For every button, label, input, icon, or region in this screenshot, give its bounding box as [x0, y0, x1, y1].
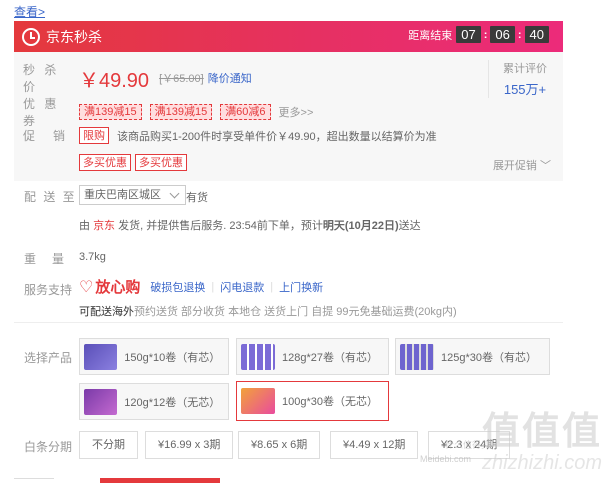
weight-label: 重 量: [24, 252, 67, 266]
expand-promo-link[interactable]: 展开促销 ﹀: [493, 157, 551, 173]
cumulative-reviews-count[interactable]: 155万+: [503, 79, 547, 98]
delivery-eta: 明天(10月22日): [322, 220, 399, 232]
fangxingou-brand: 放心购: [95, 279, 141, 296]
product-option-5-selected[interactable]: 100g*30卷（无芯）: [236, 381, 389, 421]
countdown: 距离结束 07 : 06 : 40: [408, 26, 549, 43]
coupon-1[interactable]: 满139减15: [79, 104, 142, 120]
flash-refund-link[interactable]: 闪电退款: [220, 279, 264, 295]
current-price: ￥49.90: [79, 69, 150, 92]
original-price: [￥65.00]: [159, 73, 204, 85]
installment-6[interactable]: ¥8.65 x 6期: [238, 431, 321, 459]
chevron-down-icon: ﹀: [540, 160, 551, 172]
multi-buy-tag-2: 多买优惠: [135, 154, 187, 171]
watermark-site: Meidebi.com: [420, 454, 472, 464]
multi-buy-tag-1: 多买优惠: [79, 154, 131, 171]
price-row: 秒 杀 价 ￥49.90 [￥65.00] 降价通知: [23, 61, 252, 95]
delivery-info: 由 京东 发货, 并提供售后服务. 23:54前下单，预计明天(10月22日)送…: [79, 220, 421, 232]
watermark-url: zhizhizhi.com: [481, 452, 602, 474]
product-option-4[interactable]: 120g*12卷（无芯）: [79, 383, 229, 420]
installment-none[interactable]: 不分期: [79, 431, 138, 459]
price-drop-notice-link[interactable]: 降价通知: [208, 70, 252, 86]
flash-sale-title: 京东秒杀: [46, 28, 102, 45]
buy-button-edge[interactable]: [100, 478, 220, 483]
more-coupons-link[interactable]: 更多>>: [279, 104, 314, 120]
countdown-seconds: 40: [524, 26, 549, 43]
stock-status: 有货: [186, 192, 208, 204]
home-exchange-link[interactable]: 上门换新: [279, 279, 323, 295]
coupon-3[interactable]: 满60减6: [220, 104, 271, 120]
limit-tag: 限购: [79, 127, 109, 144]
cumulative-reviews-label: 累计评价: [503, 63, 547, 75]
countdown-minutes: 06: [490, 26, 515, 43]
product-thumb: [84, 388, 118, 415]
flash-sale-bar: 京东秒杀 距离结束 07 : 06 : 40: [14, 21, 563, 52]
product-thumb: [241, 343, 275, 370]
countdown-hours: 07: [456, 26, 481, 43]
product-label: 选择产品: [24, 351, 73, 365]
installment-label: 白条分期: [24, 440, 73, 454]
view-link[interactable]: 查看>: [14, 3, 45, 20]
price-label: 秒 杀 价: [23, 63, 60, 94]
coupon-2[interactable]: 满139减15: [149, 104, 213, 120]
coupon-label: 优 惠 券: [23, 97, 60, 128]
promo-text: 该商品购买1-200件时享受单件价￥49.90，超出数量以结算价为准: [117, 130, 437, 143]
promo-label: 促 销: [23, 129, 69, 143]
promo-row: 促 销 限购 该商品购买1-200件时享受单件价￥49.90，超出数量以结算价为…: [23, 127, 437, 144]
service-sub: 可配送海外预约送货 部分收货 本地仓 送货上门 自提 99元免基础运费(20kg…: [79, 306, 457, 318]
product-option-2[interactable]: 128g*27卷（有芯）: [236, 338, 389, 375]
product-thumb: [241, 388, 275, 414]
cumulative-reviews[interactable]: 累计评价 155万+: [488, 60, 547, 98]
delivery-label: 配 送 至: [24, 190, 77, 204]
clock-icon: [22, 27, 40, 46]
watermark: 值值值: [481, 411, 602, 453]
divider: [14, 322, 563, 323]
seller-link[interactable]: 京东: [93, 220, 115, 232]
damage-return-link[interactable]: 破损包退换: [150, 279, 205, 295]
installment-12[interactable]: ¥4.49 x 12期: [330, 431, 419, 459]
heart-icon: ♡: [79, 278, 94, 296]
countdown-label: 距离结束: [408, 29, 453, 42]
service-links: ♡ 放心购 破损包退换 | 闪电退款 | 上门换新: [79, 276, 323, 297]
product-thumb: [400, 343, 434, 370]
product-option-3[interactable]: 125g*30卷（有芯）: [395, 338, 550, 375]
region-select[interactable]: 重庆巴南区城区: [79, 185, 186, 205]
service-label: 服务支持: [24, 283, 73, 297]
product-option-1[interactable]: 150g*10卷（有芯）: [79, 338, 229, 375]
watermark-small: 什么值得买: [444, 440, 490, 450]
coupon-row: 优 惠 券 满139减15 满139减15 满60减6 更多>>: [23, 95, 313, 129]
promo-tags-row: 多买优惠 多买优惠: [79, 154, 187, 171]
flash-sale-panel: 京东秒杀 距离结束 07 : 06 : 40 秒 杀 价 ￥49.90 [￥65…: [14, 21, 563, 181]
weight-value: 3.7kg: [79, 251, 106, 263]
installment-3[interactable]: ¥16.99 x 3期: [145, 431, 234, 459]
product-thumb: [84, 343, 118, 370]
